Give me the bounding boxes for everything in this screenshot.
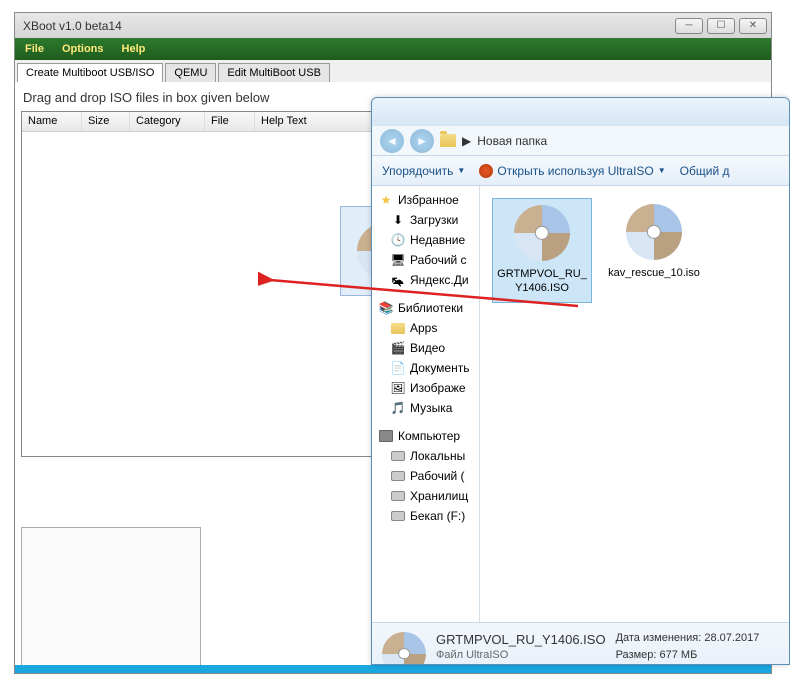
menu-file[interactable]: File: [25, 43, 44, 55]
disc-icon: [514, 205, 570, 261]
disc-icon: [382, 632, 426, 666]
arrange-button[interactable]: Упорядочить▼: [382, 164, 465, 178]
nav-apps[interactable]: Apps: [372, 318, 479, 338]
tab-create[interactable]: Create Multiboot USB/ISO: [17, 63, 163, 82]
music-icon: 🎵: [390, 400, 406, 416]
xboot-title: XBoot v1.0 beta14: [19, 19, 675, 33]
nav-backup-drive[interactable]: Бекап (F:): [372, 506, 479, 526]
xboot-titlebar[interactable]: XBoot v1.0 beta14 ─ ☐ ✕: [15, 13, 771, 38]
recent-icon: 🕓: [390, 232, 406, 248]
menu-help[interactable]: Help: [122, 43, 146, 55]
nav-images[interactable]: 🖼Изображе: [372, 378, 479, 398]
close-button[interactable]: ✕: [739, 18, 767, 34]
detail-size: Размер: 677 МБ: [616, 649, 779, 661]
nav-work-drive[interactable]: Рабочий (: [372, 466, 479, 486]
tab-edit[interactable]: Edit MultiBoot USB: [218, 63, 330, 82]
xboot-tabs: Create Multiboot USB/ISO QEMU Edit Multi…: [15, 60, 771, 82]
breadcrumb-folder[interactable]: Новая папка: [477, 134, 547, 148]
nav-storage-drive[interactable]: Хранилищ: [372, 486, 479, 506]
detail-created: Дата создания: 16.08.2017: [616, 663, 779, 665]
folder-icon: [391, 323, 405, 334]
drive-icon: [391, 491, 405, 501]
image-icon: 🖼: [390, 380, 406, 396]
disc-icon: [626, 204, 682, 260]
col-category[interactable]: Category: [130, 112, 205, 131]
breadcrumb-sep: ▶: [462, 134, 471, 148]
file-pane[interactable]: GRTMPVOL_RU_Y1406.ISO kav_rescue_10.iso: [480, 186, 789, 622]
nav-local-drive[interactable]: Локальны: [372, 446, 479, 466]
file-item[interactable]: kav_rescue_10.iso: [604, 198, 704, 286]
folder-icon: [440, 134, 456, 147]
nav-tree[interactable]: ★Избранное ⬇Загрузки 🕓Недавние 🖥Рабочий …: [372, 186, 480, 622]
xboot-menubar: File Options Help: [15, 38, 771, 60]
details-pane: GRTMPVOL_RU_Y1406.ISO Дата изменения: 28…: [372, 622, 789, 665]
address-bar: ◄ ► ▶ Новая папка: [372, 126, 789, 156]
status-bar: [15, 665, 771, 673]
drive-icon: [391, 511, 405, 521]
drive-icon: [391, 471, 405, 481]
open-with-button[interactable]: Открыть используя UltraISO▼: [479, 164, 665, 178]
nav-back-button[interactable]: ◄: [380, 129, 404, 153]
preview-pane: [21, 527, 201, 667]
video-icon: 🎬: [390, 340, 406, 356]
drive-icon: [391, 451, 405, 461]
col-size[interactable]: Size: [82, 112, 130, 131]
star-icon: ★: [378, 192, 394, 208]
download-icon: ⬇: [390, 212, 406, 228]
share-button[interactable]: Общий д: [680, 164, 730, 178]
explorer-window: ◄ ► ▶ Новая папка Упорядочить▼ Открыть и…: [371, 97, 790, 665]
maximize-button[interactable]: ☐: [707, 18, 735, 34]
nav-music[interactable]: 🎵Музыка: [372, 398, 479, 418]
explorer-body: ★Избранное ⬇Загрузки 🕓Недавние 🖥Рабочий …: [372, 186, 789, 622]
nav-computer[interactable]: Компьютер: [372, 426, 479, 446]
tab-qemu[interactable]: QEMU: [165, 63, 216, 82]
detail-filename: GRTMPVOL_RU_Y1406.ISO: [436, 632, 606, 647]
file-label: GRTMPVOL_RU_Y1406.ISO: [497, 267, 587, 296]
nav-libraries[interactable]: 📚Библиотеки: [372, 298, 479, 318]
document-icon: 📄: [390, 360, 406, 376]
col-file[interactable]: File: [205, 112, 255, 131]
nav-desktop[interactable]: 🖥Рабочий с: [372, 250, 479, 270]
file-item-selected[interactable]: GRTMPVOL_RU_Y1406.ISO: [492, 198, 592, 303]
detail-modified: Дата изменения: 28.07.2017: [616, 632, 779, 647]
nav-documents[interactable]: 📄Документь: [372, 358, 479, 378]
library-icon: 📚: [378, 300, 394, 316]
window-controls: ─ ☐ ✕: [675, 18, 767, 34]
explorer-titlebar[interactable]: [372, 98, 789, 126]
nav-video[interactable]: 🎬Видео: [372, 338, 479, 358]
detail-filetype: Файл UltraISO: [436, 649, 606, 661]
nav-downloads[interactable]: ⬇Загрузки: [372, 210, 479, 230]
col-name[interactable]: Name: [22, 112, 82, 131]
nav-forward-button[interactable]: ►: [410, 129, 434, 153]
nav-yandex[interactable]: ☁Яндекс.Ди: [372, 270, 479, 290]
desktop-icon: 🖥: [390, 252, 406, 268]
minimize-button[interactable]: ─: [675, 18, 703, 34]
menu-options[interactable]: Options: [62, 43, 104, 55]
computer-icon: [379, 430, 393, 442]
ultraiso-icon: [479, 164, 493, 178]
nav-recent[interactable]: 🕓Недавние: [372, 230, 479, 250]
explorer-toolbar: Упорядочить▼ Открыть используя UltraISO▼…: [372, 156, 789, 186]
file-label: kav_rescue_10.iso: [608, 266, 700, 280]
cloud-icon: ☁: [390, 272, 406, 288]
nav-favorites[interactable]: ★Избранное: [372, 190, 479, 210]
